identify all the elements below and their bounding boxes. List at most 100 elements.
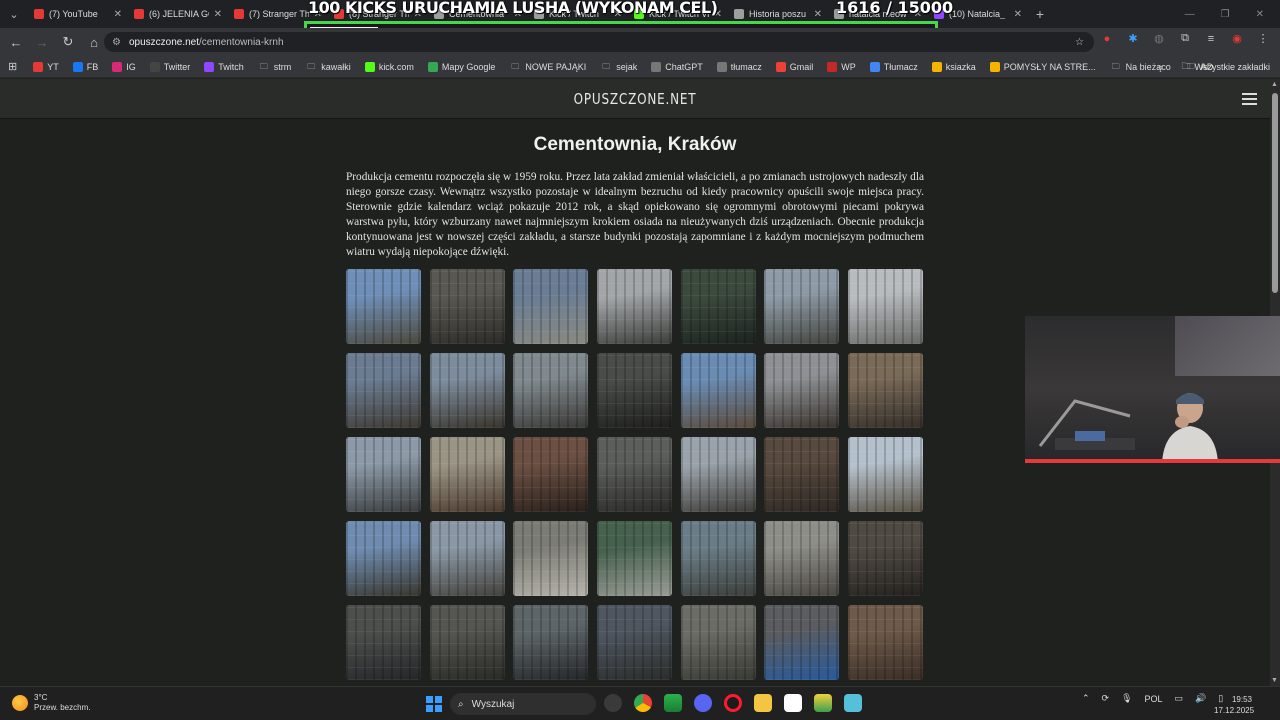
microphone-icon[interactable]: 🎙 — [1121, 693, 1132, 704]
sync-icon[interactable]: ⟳ — [1102, 693, 1110, 704]
close-window-icon[interactable]: ✕ — [1256, 9, 1264, 20]
browser-tab[interactable]: (6) JELENIA GÓ ✕ — [128, 0, 228, 28]
tray-chevron-icon[interactable]: ⌃ — [1082, 693, 1090, 704]
extensions-puzzle-icon[interactable]: ⧉ — [1178, 32, 1192, 45]
gallery-photo-thumbnail[interactable] — [848, 521, 924, 596]
gallery-photo-thumbnail[interactable] — [680, 521, 756, 596]
gallery-photo-thumbnail[interactable] — [346, 437, 421, 512]
bookmark-item[interactable]: 🗀 NOWE PAJĄKI — [509, 62, 586, 72]
back-icon[interactable]: ← — [4, 30, 28, 54]
bookmark-item[interactable]: tłumacz — [716, 61, 762, 72]
gallery-photo-thumbnail[interactable] — [764, 605, 840, 680]
capcut-icon[interactable] — [784, 694, 802, 712]
app-icon[interactable] — [814, 694, 832, 712]
bookmark-item[interactable]: 🗀 strm — [258, 62, 292, 72]
all-bookmarks-folder[interactable]: 🗀 Wszystkie zakładki — [1181, 56, 1270, 78]
site-info-icon[interactable]: ⚙ — [112, 37, 121, 48]
gallery-photo-thumbnail[interactable] — [346, 605, 421, 680]
extension-icon[interactable]: ✱ — [1126, 32, 1140, 45]
media-controls-icon[interactable]: ≡ — [1204, 33, 1218, 45]
discord-icon[interactable] — [694, 694, 712, 712]
minimize-icon[interactable]: — — [1185, 9, 1195, 20]
reload-icon[interactable]: ↻ — [56, 30, 80, 54]
new-tab-icon[interactable]: + — [1028, 6, 1052, 22]
gallery-photo-thumbnail[interactable] — [513, 521, 589, 596]
bookmark-item[interactable]: ksiazka — [931, 61, 976, 72]
gallery-photo-thumbnail[interactable] — [429, 605, 505, 680]
bookmark-item[interactable]: WP — [827, 61, 856, 72]
bookmark-item[interactable]: Twitter — [149, 61, 190, 72]
bookmark-item[interactable]: YT — [33, 61, 59, 72]
opera-icon[interactable] — [724, 694, 742, 712]
start-button-icon[interactable] — [426, 696, 442, 712]
bookmark-item[interactable]: Gmail — [775, 61, 813, 72]
tab-close-icon[interactable]: ✕ — [114, 9, 122, 20]
gallery-photo-thumbnail[interactable] — [513, 605, 589, 680]
taskbar-search[interactable]: ⌕ Wyszukaj — [450, 693, 596, 715]
gallery-photo-thumbnail[interactable] — [680, 437, 756, 512]
weather-widget[interactable]: 3°C Przew. bezchm. — [12, 693, 90, 713]
record-extension-icon[interactable]: ● — [1100, 33, 1114, 45]
gallery-photo-thumbnail[interactable] — [597, 269, 673, 344]
gallery-photo-thumbnail[interactable] — [513, 269, 589, 344]
bookmark-item[interactable]: Twitch — [204, 61, 244, 72]
bookmark-item[interactable]: IG — [112, 61, 136, 72]
brave-icon[interactable] — [664, 694, 682, 712]
gallery-photo-thumbnail[interactable] — [429, 437, 505, 512]
notepad-icon[interactable] — [844, 694, 862, 712]
apps-grid-icon[interactable]: ⊞ — [8, 60, 17, 73]
file-explorer-icon[interactable] — [754, 694, 772, 712]
tab-close-icon[interactable]: ✕ — [1014, 9, 1022, 20]
gallery-photo-thumbnail[interactable] — [597, 353, 673, 428]
network-icon[interactable]: ▭ — [1175, 693, 1184, 704]
maximize-icon[interactable]: ❐ — [1221, 9, 1230, 20]
bookmark-item[interactable]: 🗀 kawałki — [305, 62, 351, 72]
hamburger-menu-icon[interactable] — [1242, 93, 1257, 108]
scroll-up-icon[interactable]: ▲ — [1271, 81, 1278, 88]
address-bar[interactable]: ⚙ opuszczone.net/cementownia-krnh ☆ — [104, 32, 1094, 52]
obs-icon[interactable] — [604, 694, 622, 712]
gallery-photo-thumbnail[interactable] — [513, 437, 589, 512]
bookmark-item[interactable]: kick.com — [364, 61, 414, 72]
gallery-photo-thumbnail[interactable] — [680, 269, 756, 344]
bookmark-item[interactable]: 🗀 sejak — [600, 62, 637, 72]
gallery-photo-thumbnail[interactable] — [429, 353, 505, 428]
gallery-photo-thumbnail[interactable] — [764, 269, 840, 344]
gallery-photo-thumbnail[interactable] — [346, 521, 421, 596]
browser-menu-icon[interactable]: ⋮ — [1256, 32, 1270, 45]
bookmark-item[interactable]: Tłumacz — [869, 61, 918, 72]
tab-close-icon[interactable]: ✕ — [214, 9, 222, 20]
scrollbar-thumb[interactable] — [1272, 93, 1278, 293]
bookmark-item[interactable]: FB — [72, 61, 98, 72]
tab-close-icon[interactable]: ✕ — [814, 9, 822, 20]
home-icon[interactable]: ⌂ — [82, 30, 106, 54]
extension-icon[interactable]: ◍ — [1152, 32, 1166, 45]
gallery-photo-thumbnail[interactable] — [848, 605, 924, 680]
bookmark-star-icon[interactable]: ☆ — [1075, 37, 1084, 48]
gallery-photo-thumbnail[interactable] — [764, 353, 840, 428]
gallery-photo-thumbnail[interactable] — [429, 521, 505, 596]
bookmark-item[interactable]: POMYSŁY NA STRE... — [989, 61, 1096, 72]
gallery-photo-thumbnail[interactable] — [848, 269, 924, 344]
gallery-photo-thumbnail[interactable] — [848, 353, 924, 428]
gallery-photo-thumbnail[interactable] — [597, 521, 673, 596]
gallery-photo-thumbnail[interactable] — [680, 605, 756, 680]
forward-icon[interactable]: → — [30, 30, 54, 54]
input-language[interactable]: POL — [1145, 694, 1163, 704]
gallery-photo-thumbnail[interactable] — [680, 353, 756, 428]
scroll-down-icon[interactable]: ▼ — [1271, 677, 1278, 684]
site-logo[interactable]: OPUSZCZONE.NET — [127, 90, 1143, 108]
bookmark-item[interactable]: ChatGPT — [651, 61, 703, 72]
gallery-photo-thumbnail[interactable] — [346, 269, 421, 344]
profile-avatar-icon[interactable]: ◉ — [1230, 32, 1244, 45]
gallery-photo-thumbnail[interactable] — [597, 605, 673, 680]
browser-tab[interactable]: (7) YouTube ✕ — [28, 0, 128, 28]
chrome-icon[interactable] — [634, 694, 652, 712]
gallery-photo-thumbnail[interactable] — [346, 353, 421, 428]
gallery-photo-thumbnail[interactable] — [429, 269, 505, 344]
tab-search-icon[interactable]: ⌄ — [0, 0, 28, 28]
bookmark-item[interactable]: Mapy Google — [427, 61, 495, 72]
more-bookmarks-icon[interactable]: » — [1158, 56, 1163, 78]
gallery-photo-thumbnail[interactable] — [764, 437, 840, 512]
gallery-photo-thumbnail[interactable] — [848, 437, 924, 512]
